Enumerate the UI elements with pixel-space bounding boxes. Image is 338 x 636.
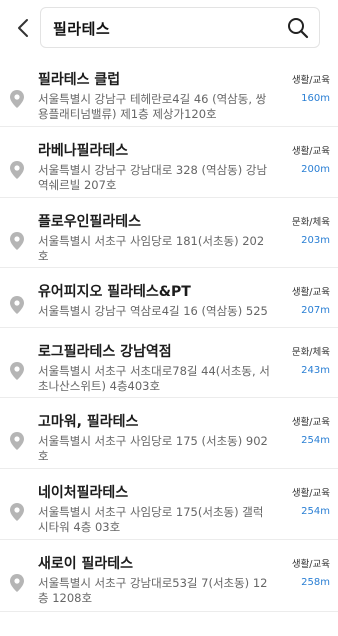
- result-category: 생활/교육: [291, 417, 330, 428]
- result-distance: 203m: [301, 235, 330, 246]
- result-category: 생활/교육: [291, 146, 330, 157]
- map-pin-icon: [10, 90, 24, 108]
- result-item[interactable]: 유어피지오 필라테스&PT 서울특별시 강남구 역삼로4길 16 (역삼동) 5…: [0, 268, 338, 328]
- back-button[interactable]: [12, 16, 34, 40]
- result-name: 로그필라테스 강남역점: [38, 344, 172, 360]
- result-address: 서울특별시 서초구 사임당로 175 (서초동) 902호: [38, 434, 268, 463]
- result-distance: 207m: [301, 305, 330, 316]
- result-category: 문화/체육: [291, 217, 330, 228]
- result-address: 서울특별시 강남구 테헤란로4길 46 (역삼동, 쌍용플래티넘밸류) 제1층 …: [38, 92, 267, 121]
- result-name: 라베나필라테스: [38, 143, 129, 159]
- result-name: 새로이 필라테스: [38, 556, 134, 572]
- result-item[interactable]: 고마워, 필라테스 서울특별시 서초구 사임당로 175 (서초동) 902호 …: [0, 398, 338, 469]
- result-category: 생활/교육: [291, 559, 330, 570]
- map-pin-icon: [10, 296, 24, 314]
- map-pin-icon: [10, 503, 24, 521]
- result-address: 서울특별시 서초구 강남대로53길 7(서초동) 12층 1208호: [38, 576, 268, 605]
- search-header: 필라테스: [0, 0, 338, 56]
- search-query: 필라테스: [53, 20, 111, 38]
- result-distance: 258m: [301, 577, 330, 588]
- result-category: 생활/교육: [291, 488, 330, 499]
- result-name: 필라테스 클럽: [38, 72, 121, 88]
- map-pin-icon: [10, 574, 24, 592]
- result-address: 서울특별시 강남구 역삼로4길 16 (역삼동) 525: [38, 304, 268, 318]
- result-name: 플로우인필라테스: [38, 214, 142, 230]
- result-distance: 254m: [301, 435, 330, 446]
- map-pin-icon: [10, 161, 24, 179]
- result-distance: 160m: [301, 93, 330, 104]
- result-address: 서울특별시 서초구 사임당로 181(서초동) 202호: [38, 234, 265, 263]
- result-distance: 243m: [301, 365, 330, 376]
- result-address: 서울특별시 강남구 강남대로 328 (역삼동) 강남역쉐르빌 207호: [38, 163, 268, 192]
- search-icon[interactable]: [287, 17, 309, 39]
- search-input[interactable]: 필라테스: [40, 7, 320, 48]
- result-item[interactable]: 필라테스 클럽 서울특별시 강남구 테헤란로4길 46 (역삼동, 쌍용플래티넘…: [0, 56, 338, 127]
- result-category: 문화/체육: [291, 347, 330, 358]
- map-pin-icon: [10, 432, 24, 450]
- result-name: 유어피지오 필라테스&PT: [38, 284, 191, 300]
- result-item[interactable]: 새로이 필라테스 서울특별시 서초구 강남대로53길 7(서초동) 12층 12…: [0, 540, 338, 612]
- result-item[interactable]: 네이처필라테스 서울특별시 서초구 사임당로 175(서초동) 갤럭시타워 4층…: [0, 469, 338, 540]
- result-category: 생활/교육: [291, 287, 330, 298]
- result-distance: 200m: [301, 164, 330, 175]
- map-pin-icon: [10, 232, 24, 250]
- result-item[interactable]: 라베나필라테스 서울특별시 강남구 강남대로 328 (역삼동) 강남역쉐르빌 …: [0, 127, 338, 198]
- result-category: 생활/교육: [291, 75, 330, 86]
- chevron-left-icon: [18, 19, 28, 37]
- result-distance: 254m: [301, 506, 330, 517]
- result-name: 고마워, 필라테스: [38, 414, 139, 430]
- results-list: 필라테스 클럽 서울특별시 강남구 테헤란로4길 46 (역삼동, 쌍용플래티넘…: [0, 56, 338, 612]
- result-item[interactable]: 플로우인필라테스 서울특별시 서초구 사임당로 181(서초동) 202호 문화…: [0, 198, 338, 268]
- result-address: 서울특별시 서초구 서초대로78길 44(서초동, 서초나산스위트) 4층403…: [38, 364, 270, 393]
- result-name: 네이처필라테스: [38, 485, 129, 501]
- result-address: 서울특별시 서초구 사임당로 175(서초동) 갤럭시타워 4층 03호: [38, 505, 264, 534]
- map-pin-icon: [10, 362, 24, 380]
- result-item[interactable]: 로그필라테스 강남역점 서울특별시 서초구 서초대로78길 44(서초동, 서초…: [0, 328, 338, 398]
